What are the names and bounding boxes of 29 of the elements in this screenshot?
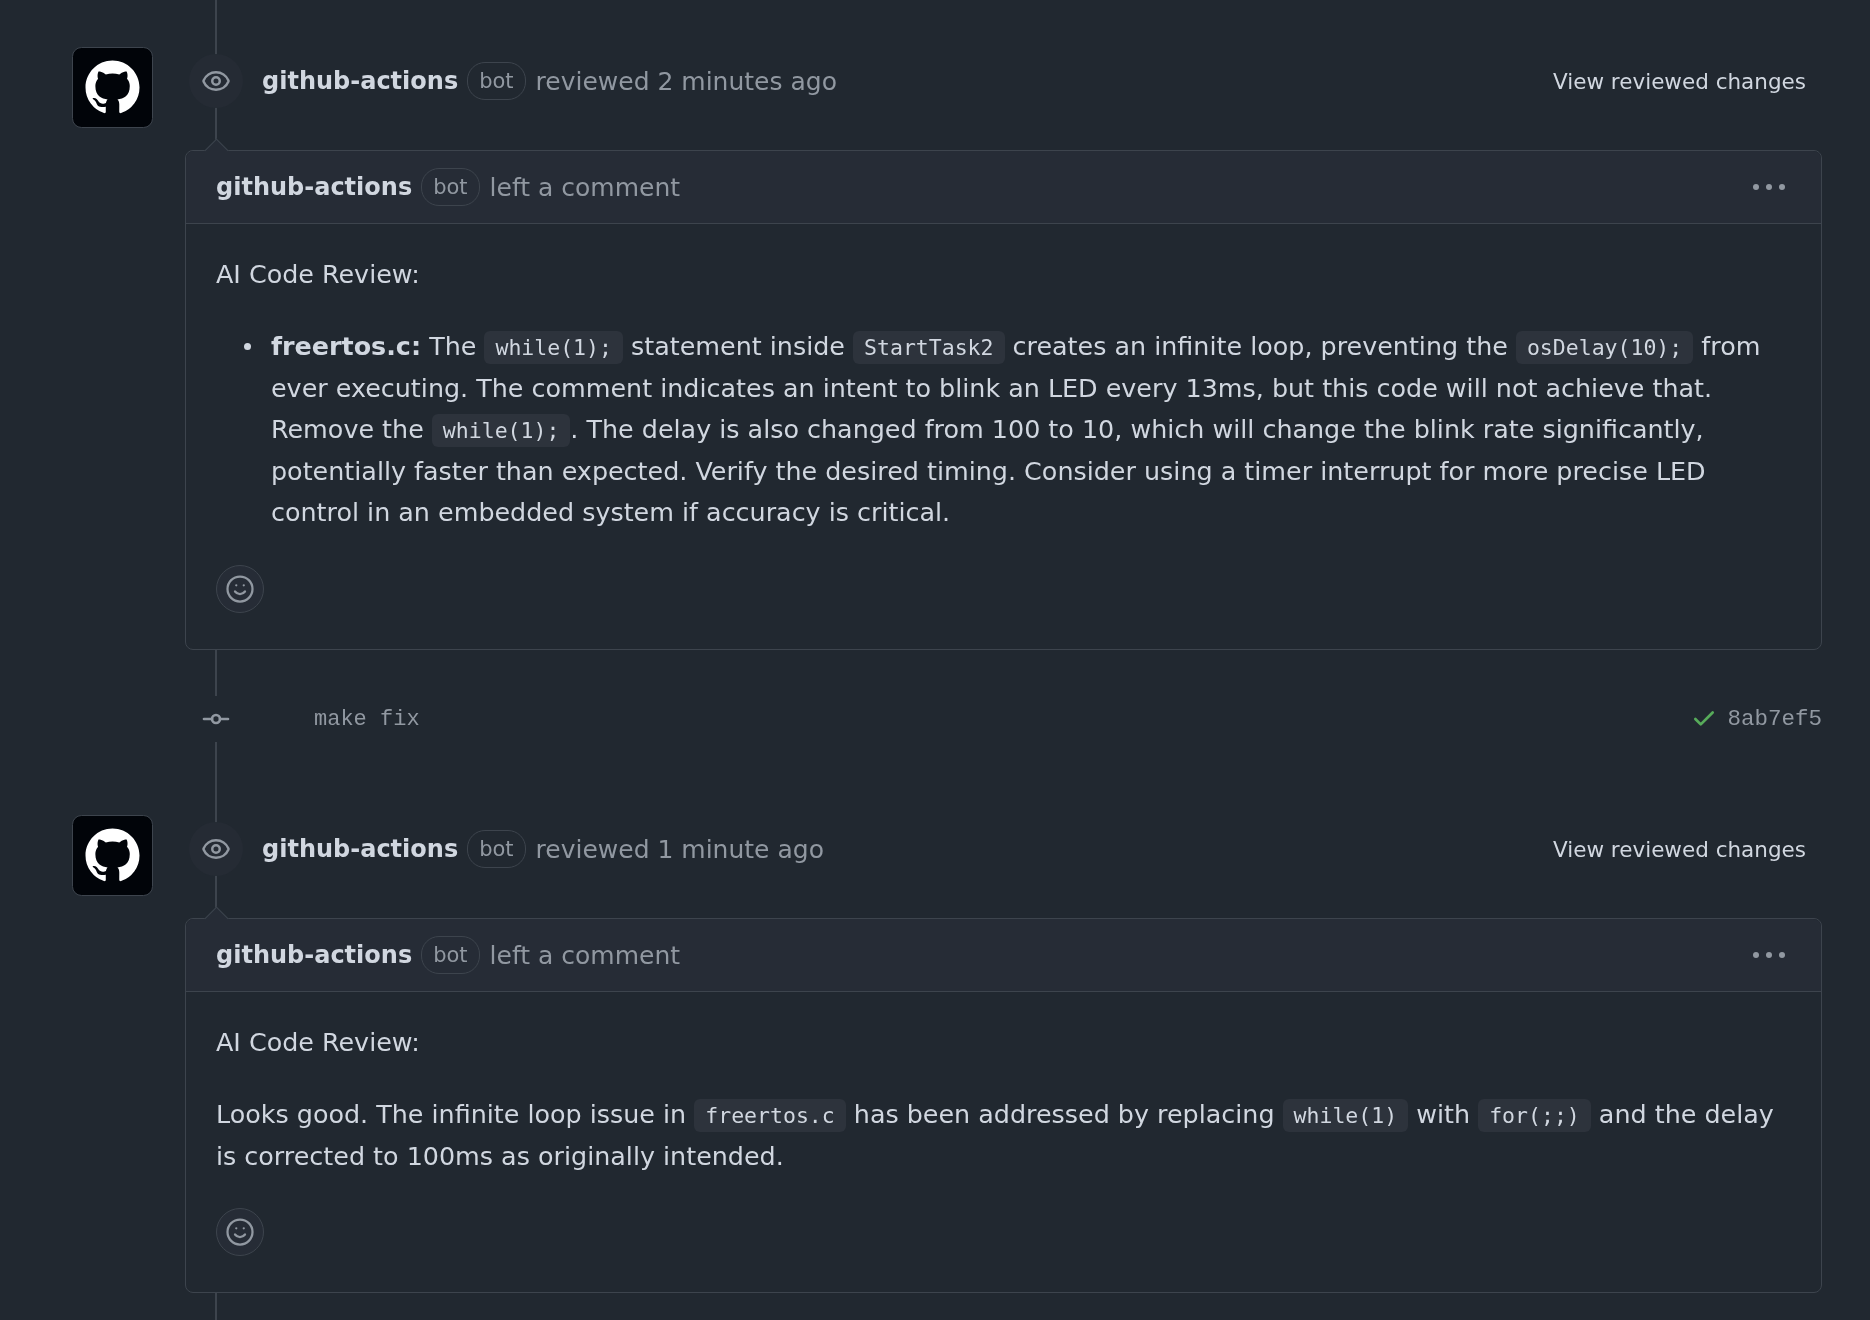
commit-message-link[interactable]: make fix: [314, 706, 420, 732]
review-action-text: reviewed 1 minute ago: [535, 834, 824, 864]
reaction-button[interactable]: [216, 565, 264, 613]
avatar-icon: [72, 47, 153, 128]
list-item-text: freertos.c: The while(1); statement inside StartTask2 creates an infinite loop, preventing the osDelay(10); from ever executing. The comment indicates an intent to blink an LED every 13ms, but this code will not achieve that. Remove the while(1); . The delay is also changed from 100 to 10, which will change the blink rate significantly, potentially faster than expected. Verify the desired timing. Consider using a timer interrupt for more precise LED control in an embedded system if accuracy is critical.: [271, 330, 1762, 529]
bot-label: bot: [467, 830, 526, 868]
bullet-icon: [244, 343, 251, 350]
view-changes-link[interactable]: View reviewed changes: [1553, 836, 1806, 862]
avatar-icon: [72, 815, 153, 896]
comment-text: Looks good. The infinite loop issue in freertos.c has been addressed by replacing while(1) with for(;;) and the delay is corrected to 100ms as originally intended.: [216, 1098, 1775, 1173]
comment-action-text: left a comment: [489, 172, 681, 202]
comment-text: AI Code Review:: [216, 1026, 421, 1059]
author-link[interactable]: github-actions: [262, 835, 459, 863]
commit-hash-link[interactable]: 8ab7ef5: [1727, 706, 1822, 732]
author-link[interactable]: github-actions: [216, 173, 413, 201]
author-link[interactable]: github-actions: [262, 67, 459, 95]
ellipsis-icon: [1753, 952, 1785, 958]
smiley-icon: [225, 574, 255, 604]
review-action-text: reviewed 2 minutes ago: [535, 66, 837, 96]
bot-label: bot: [421, 168, 480, 206]
smiley-icon: [225, 1217, 255, 1247]
bot-label: bot: [421, 936, 480, 974]
reaction-button[interactable]: [216, 1208, 264, 1256]
comment-text: AI Code Review:: [216, 258, 421, 291]
author-link[interactable]: github-actions: [216, 941, 413, 969]
bot-label: bot: [467, 62, 526, 100]
view-changes-link[interactable]: View reviewed changes: [1553, 68, 1806, 94]
comment-action-text: left a comment: [489, 940, 681, 970]
ellipsis-icon: [1753, 184, 1785, 190]
